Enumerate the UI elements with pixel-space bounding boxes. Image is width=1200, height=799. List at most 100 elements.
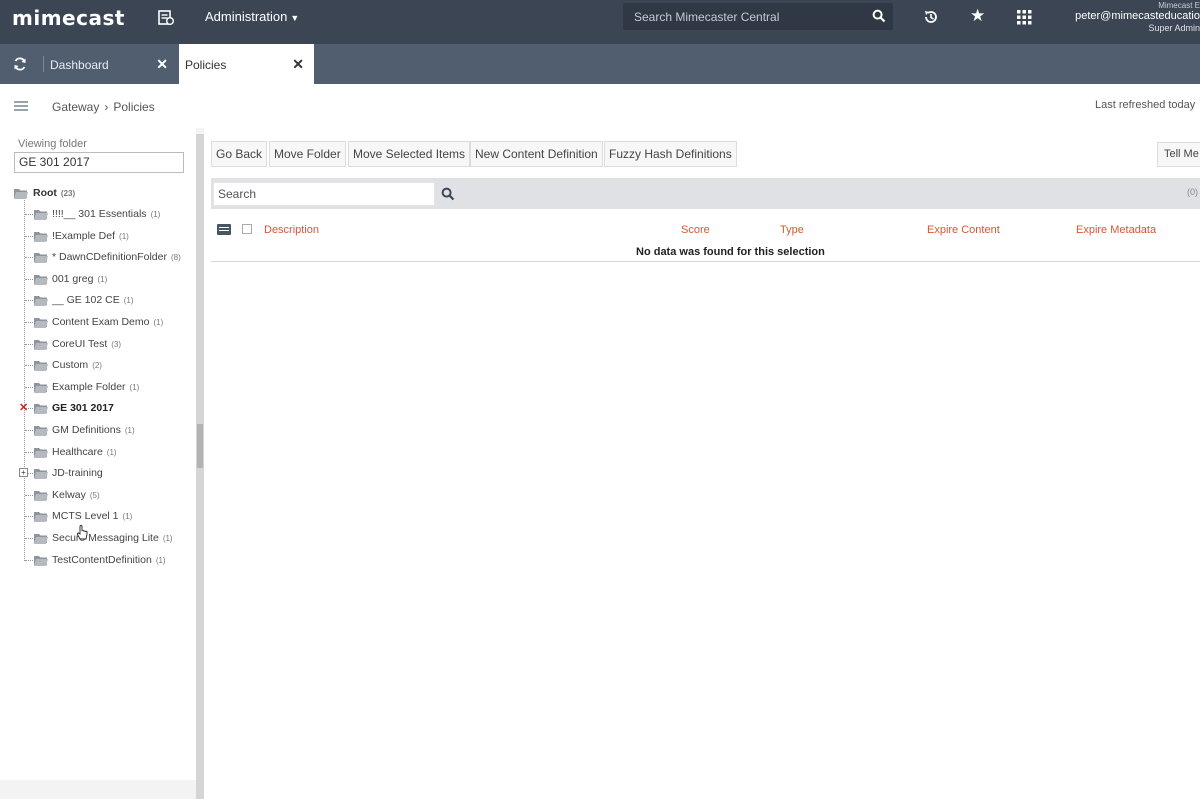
grid-search-button[interactable] <box>435 182 461 206</box>
mimecast-logo[interactable]: mimecast <box>12 6 125 30</box>
main-content: Go Back Move Folder Move Selected Items … <box>204 128 1200 799</box>
tree-item-count: (2) <box>92 361 102 371</box>
administration-menu[interactable]: Administration ▼ <box>205 9 299 24</box>
grid-divider <box>211 261 1200 262</box>
column-type[interactable]: Type <box>780 224 804 236</box>
tell-me-button[interactable]: Tell Me <box>1157 142 1200 167</box>
tree-item-count: (1) <box>97 274 108 284</box>
global-search <box>623 3 893 30</box>
tree-item-label: !Example Def <box>52 229 116 242</box>
history-icon[interactable] <box>923 9 939 29</box>
tree-item-count: (23) <box>60 189 76 198</box>
folder-icon <box>33 531 49 545</box>
tree-item[interactable]: !!!!__ 301 Essentials (1) <box>0 206 196 224</box>
tree-item-label: !!!!__ 301 Essentials <box>52 208 147 220</box>
apps-grid-icon[interactable] <box>1017 10 1032 29</box>
folder-icon <box>33 315 49 329</box>
folder-icon <box>33 358 49 372</box>
tree-item-count: (1) <box>162 534 173 543</box>
folder-icon <box>33 466 49 480</box>
chevron-down-icon: ▼ <box>290 13 300 23</box>
viewing-folder-field[interactable]: GE 301 2017 <box>14 152 184 173</box>
fuzzy-hash-definitions-button[interactable]: Fuzzy Hash Definitions <box>604 141 737 167</box>
tree-item[interactable]: GM Definitions (1) <box>0 422 196 440</box>
folder-icon <box>33 509 49 523</box>
tree-item[interactable]: ✕ GE 301 2017 <box>0 400 196 418</box>
breadcrumb-gateway[interactable]: Gateway <box>52 100 99 114</box>
tree-item[interactable]: TestContentDefinition (1) <box>0 552 196 570</box>
tree-item[interactable]: 001 greg (1) <box>0 271 196 289</box>
folder-icon <box>33 207 49 221</box>
tree-connector <box>25 322 33 323</box>
move-folder-button[interactable]: Move Folder <box>269 141 346 167</box>
tree-item-label: Kelway <box>52 488 86 501</box>
tree-item[interactable]: Content Exam Demo (1) <box>0 314 196 332</box>
user-email: peter@mimecasteducatio <box>1075 10 1200 22</box>
breadcrumb-separator: › <box>104 100 109 114</box>
tree-connector <box>25 257 33 259</box>
delete-folder-icon[interactable]: ✕ <box>19 401 28 414</box>
tree-connector <box>25 538 33 539</box>
top-bar: mimecast Administration▼ ★ <box>0 0 1200 44</box>
tree-item[interactable]: MCTS Level 1 (1) <box>0 508 196 526</box>
column-score[interactable]: Score <box>681 224 710 236</box>
search-icon <box>441 187 455 201</box>
tab-policies[interactable]: Policies ✕ <box>179 44 314 84</box>
tree-item-label: Content Exam Demo <box>52 316 150 328</box>
global-search-input[interactable] <box>623 3 863 30</box>
tree-item[interactable]: Kelway (5) <box>0 487 196 505</box>
tree-item[interactable]: * DawnCDefinitionFolder (8) <box>0 249 196 267</box>
tree-item[interactable]: !Example Def (1) <box>0 228 196 246</box>
close-icon[interactable]: ✕ <box>156 56 168 73</box>
tree-connector <box>25 278 33 280</box>
tree-item[interactable]: __ GE 102 CE (1) <box>0 292 196 310</box>
tab-dashboard[interactable]: Dashboard ✕ <box>44 44 178 84</box>
resize-grip[interactable] <box>197 424 203 468</box>
administration-menu-label: Administration <box>205 9 288 24</box>
go-back-button[interactable]: Go Back <box>211 141 268 167</box>
folder-icon <box>33 272 49 286</box>
tree-item[interactable]: Secure Messaging Lite (1) <box>0 530 196 548</box>
tree-item-count: (1) <box>124 426 135 435</box>
tree-item-label: * DawnCDefinitionFolder <box>52 251 167 264</box>
tree-connector <box>25 386 33 388</box>
tree-item-count: (3) <box>111 339 122 349</box>
menu-icon[interactable] <box>14 101 28 111</box>
tree-item[interactable]: + JD-training <box>0 465 196 483</box>
column-expire-metadata[interactable]: Expire Metadata <box>1076 224 1156 236</box>
star-icon[interactable]: ★ <box>970 7 985 24</box>
tree-item[interactable]: CoreUI Test (3) <box>0 336 196 354</box>
tree-item-count: (1) <box>129 382 140 392</box>
select-all-checkbox[interactable] <box>242 224 252 234</box>
search-icon[interactable] <box>872 9 886 23</box>
grid-search-input[interactable] <box>214 183 428 205</box>
column-chooser-icon[interactable] <box>217 224 231 235</box>
grid-search-box <box>213 182 435 206</box>
new-content-definition-button[interactable]: New Content Definition <box>470 141 603 167</box>
tree-connector <box>25 300 33 302</box>
tree-root[interactable]: Root (23) <box>0 185 196 203</box>
viewing-folder-label: Viewing folder <box>18 138 87 150</box>
folder-icon <box>13 186 29 200</box>
refresh-icon[interactable] <box>12 56 28 72</box>
tree-connector <box>25 430 33 431</box>
tree-item[interactable]: Healthcare (1) <box>0 444 196 462</box>
panel-resize-handle[interactable] <box>196 134 204 799</box>
user-role: Super Admin <box>1148 23 1200 33</box>
move-selected-items-button[interactable]: Move Selected Items <box>348 141 471 167</box>
expand-icon[interactable]: + <box>19 468 28 478</box>
breadcrumb-policies: Policies <box>113 100 155 114</box>
user-menu[interactable]: Mimecast E peter@mimecasteducatio Super … <box>1060 1 1200 33</box>
tree-item-count: (1) <box>123 296 134 306</box>
tree-item-label: Example Folder <box>52 380 126 393</box>
empty-grid-message: No data was found for this selection <box>636 246 825 258</box>
close-icon[interactable]: ✕ <box>292 56 304 73</box>
tree-item-count: (5) <box>89 490 100 500</box>
tree-item-label: Root <box>33 187 57 199</box>
tree-item[interactable]: Custom (2) <box>0 357 196 375</box>
tree-item-count: (1) <box>119 231 129 241</box>
column-description[interactable]: Description <box>264 224 319 236</box>
column-expire-content[interactable]: Expire Content <box>927 224 1000 236</box>
tree-item[interactable]: Example Folder (1) <box>0 379 196 397</box>
navigation-icon[interactable] <box>158 10 175 30</box>
